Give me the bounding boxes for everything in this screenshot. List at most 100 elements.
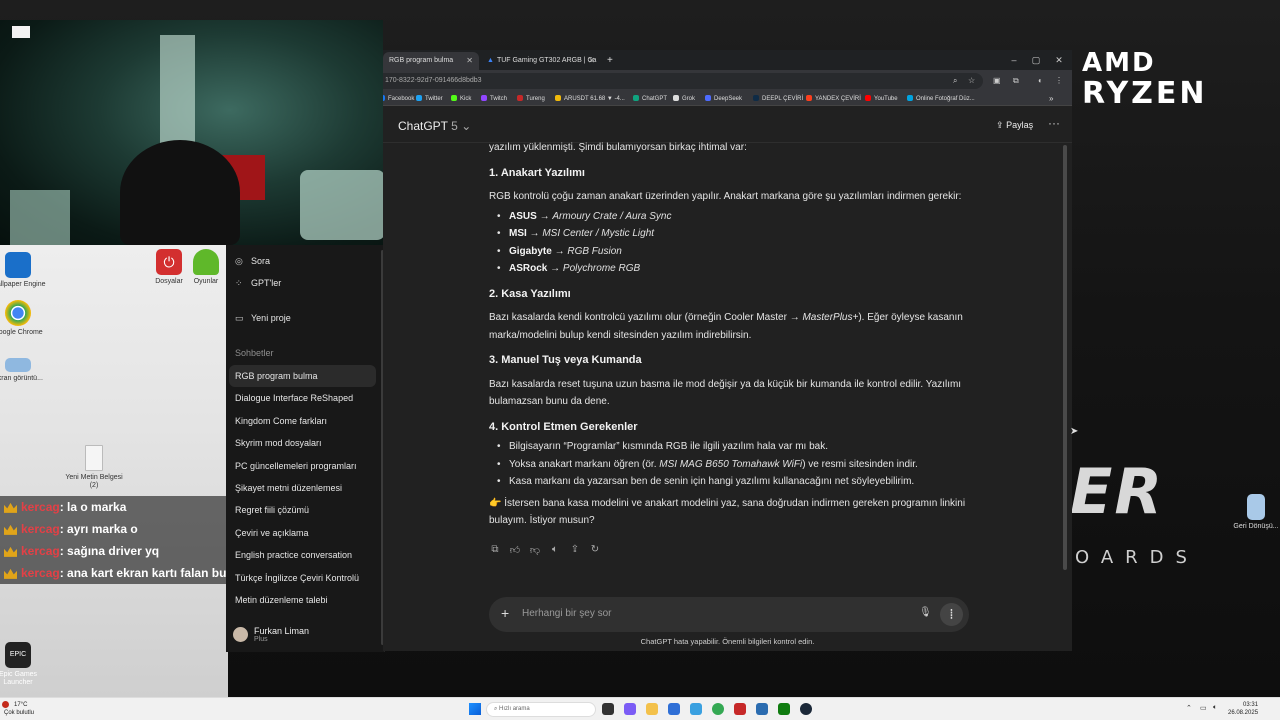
text-span: Bazı kasalarda kendi kontrolcü yazılımı …	[489, 312, 803, 323]
sidebar-chat-item[interactable]: Şikayet metni düzenlemesi	[226, 477, 376, 499]
stream-chat-line: kercag: ana kart ekran kartı falan bu	[0, 562, 230, 584]
sidebar-user-profile[interactable]: Furkan Liman Plus	[233, 621, 309, 647]
arrow-text: →	[536, 210, 553, 222]
desktop-icon-chrome[interactable]: Google Chrome	[0, 300, 48, 337]
maximize-icon[interactable]: ▢	[1026, 52, 1046, 68]
clock-date: 26.08.2025	[1228, 710, 1259, 716]
thumbs-down-icon[interactable]: 👎︎	[529, 544, 541, 558]
screenshot-icon	[5, 358, 31, 372]
thumbs-up-icon[interactable]: 👍︎	[509, 544, 521, 558]
address-bar[interactable]: 170-8322-92d7-091466d8bdb3	[383, 73, 983, 89]
user-plan: Plus	[254, 635, 268, 643]
voice-mode-icon[interactable]: ┋	[940, 603, 963, 626]
puzzle-icon[interactable]: ⧉	[1013, 73, 1019, 89]
volume-icon[interactable]: 🔈︎	[1213, 704, 1217, 712]
close-icon[interactable]: ✕	[588, 52, 595, 70]
copy-icon[interactable]: ⧉	[489, 544, 501, 558]
clock-time: 03:31	[1243, 702, 1259, 708]
chrome-icon	[5, 300, 31, 326]
sidebar-chat-rgb[interactable]: RGB program bulma	[229, 365, 376, 387]
copilot-icon[interactable]	[624, 703, 636, 715]
bookmark-item[interactable]: Facebook	[383, 92, 414, 105]
sidebar-chat-item[interactable]: Dialogue Interface ReShaped	[226, 387, 376, 409]
bookmark-item[interactable]: YouTube	[865, 92, 898, 105]
sidebar-chat-item[interactable]: English practice conversation	[226, 544, 376, 566]
desktop-icon-screenshot[interactable]: Ekran görüntü...	[0, 358, 48, 383]
bookmark-item[interactable]: Tureng	[517, 92, 545, 105]
tab-title: TUF Gaming GT302 ARGB | Ca	[496, 57, 597, 64]
bookmark-item[interactable]: Twitch	[481, 92, 507, 105]
tab-rgb-program[interactable]: RGB program bulma ✕	[383, 52, 479, 70]
store-icon[interactable]	[668, 703, 680, 715]
photos-icon[interactable]	[690, 703, 702, 715]
chrome-icon[interactable]	[712, 703, 724, 715]
profile-icon[interactable]: ◐	[1038, 73, 1043, 89]
sidebar-item-new-project[interactable]: ▭ Yeni proje	[226, 307, 376, 329]
steam-icon[interactable]	[800, 703, 812, 715]
bookmark-item[interactable]: ChatGPT	[633, 92, 667, 105]
bookmark-item[interactable]: Twitter	[416, 92, 443, 105]
sidebar-chat-item[interactable]: Metin düzenleme talebi	[226, 589, 376, 611]
tab-tuf-gaming[interactable]: ▲ TUF Gaming GT302 ARGB | Ca ✕	[481, 52, 601, 70]
xbox-icon[interactable]	[778, 703, 790, 715]
prompt-input[interactable]: + Herhangi bir şey sor 🎙︎ ┋	[489, 597, 969, 632]
weather-widget[interactable]: 17°C Çok bulutlu	[2, 701, 34, 717]
network-icon[interactable]: ▭	[1200, 704, 1207, 712]
bookmark-item[interactable]: Online Fotoğraf Düz...	[907, 92, 975, 105]
brand-line1: AMD	[1082, 48, 1156, 78]
bookmark-item[interactable]: Grok	[673, 92, 695, 105]
speaker-icon[interactable]: 🔈︎	[549, 544, 561, 558]
text-span: Yoksa anakart markanı öğren (ör.	[509, 458, 660, 470]
task-view-icon[interactable]	[602, 703, 614, 715]
search-icon[interactable]: ⌕	[953, 73, 957, 89]
bookmark-item[interactable]: Kick	[451, 92, 471, 105]
app-red-icon[interactable]	[734, 703, 746, 715]
bookmark-item[interactable]: DeepSeek	[705, 92, 742, 105]
bookmark-item[interactable]: ARUSDT 61.68 ▼ -4...	[555, 92, 625, 105]
avatar	[233, 626, 248, 642]
sidebar-chat-item[interactable]: Skyrim mod dosyaları	[226, 432, 376, 454]
window-icon	[12, 26, 30, 38]
twitter-icon	[416, 95, 422, 101]
chat-scrollbar[interactable]	[1063, 145, 1067, 570]
software-name: Polychrome RGB	[562, 263, 641, 274]
close-icon[interactable]: ✕	[466, 52, 473, 70]
microphone-icon[interactable]: 🎙︎	[919, 607, 932, 618]
new-tab-button[interactable]: +	[601, 52, 617, 70]
desktop-icon-text-file[interactable]: Yeni Metin Belgesi (2)	[64, 445, 124, 490]
remote-desktop-icon[interactable]	[756, 703, 768, 715]
desktop-icon-epic-games[interactable]: EPIC Epic Games Launcher	[0, 642, 48, 687]
extension-icon[interactable]: ▣	[993, 73, 1001, 89]
plus-icon[interactable]: +	[501, 605, 509, 621]
sidebar-item-gpts[interactable]: ⁘ GPT'ler	[226, 272, 376, 294]
desktop-icon-wallpaper-engine[interactable]: Wallpaper Engine	[0, 252, 48, 289]
section-text: RGB kontrolü çoğu zaman anakart üzerinde…	[489, 191, 962, 202]
tray-chevron-icon[interactable]: ⌃	[1186, 704, 1192, 712]
sidebar-chat-item[interactable]: Kingdom Come farkları	[226, 410, 376, 432]
start-button-icon[interactable]	[469, 703, 481, 715]
share-button[interactable]: ⇪ Paylaş	[996, 120, 1033, 131]
sidebar-chat-item[interactable]: Türkçe İngilizce Çeviri Kontrolü	[226, 567, 376, 589]
sidebar-item-sora[interactable]: ◎ Sora	[226, 250, 376, 272]
sidebar-chat-item[interactable]: PC güncellemeleri programları	[226, 455, 376, 477]
sidebar-chat-item[interactable]: Regret fiili çözümü	[226, 499, 376, 521]
checklist: Bilgisayarın “Programlar” kısmında RGB i…	[489, 438, 969, 491]
weather-temp: 17°C	[14, 702, 28, 708]
chevron-down-icon: ⌄	[461, 119, 472, 133]
more-options-icon[interactable]: ···	[1048, 116, 1060, 130]
menu-dots-icon[interactable]: ⋮	[1055, 73, 1063, 89]
model-selector[interactable]: ChatGPT 5 ⌄	[398, 119, 471, 133]
bookmark-item[interactable]: YANDEX ÇEVİRİ	[806, 92, 861, 105]
taskbar-clock[interactable]: 03:31 26.08.2025	[1228, 701, 1258, 717]
window-close-icon[interactable]: ✕	[1049, 52, 1069, 68]
bookmarks-overflow-icon[interactable]: »	[1049, 92, 1053, 105]
regenerate-icon[interactable]: ↻	[589, 544, 601, 558]
taskbar-search[interactable]: ⌕ Hızlı arama	[486, 702, 596, 717]
minimize-icon[interactable]: –	[1004, 52, 1024, 68]
sidebar-chat-item[interactable]: Çeviri ve açıklama	[226, 522, 376, 544]
share-icon[interactable]: ⇪	[569, 544, 581, 558]
star-icon[interactable]: ☆	[968, 73, 975, 89]
bookmark-item[interactable]: DEEPL ÇEVİRİ	[753, 92, 803, 105]
file-explorer-icon[interactable]	[646, 703, 658, 715]
desktop-icon-recycle-bin[interactable]: Geri Dönüşü...	[1226, 494, 1280, 531]
